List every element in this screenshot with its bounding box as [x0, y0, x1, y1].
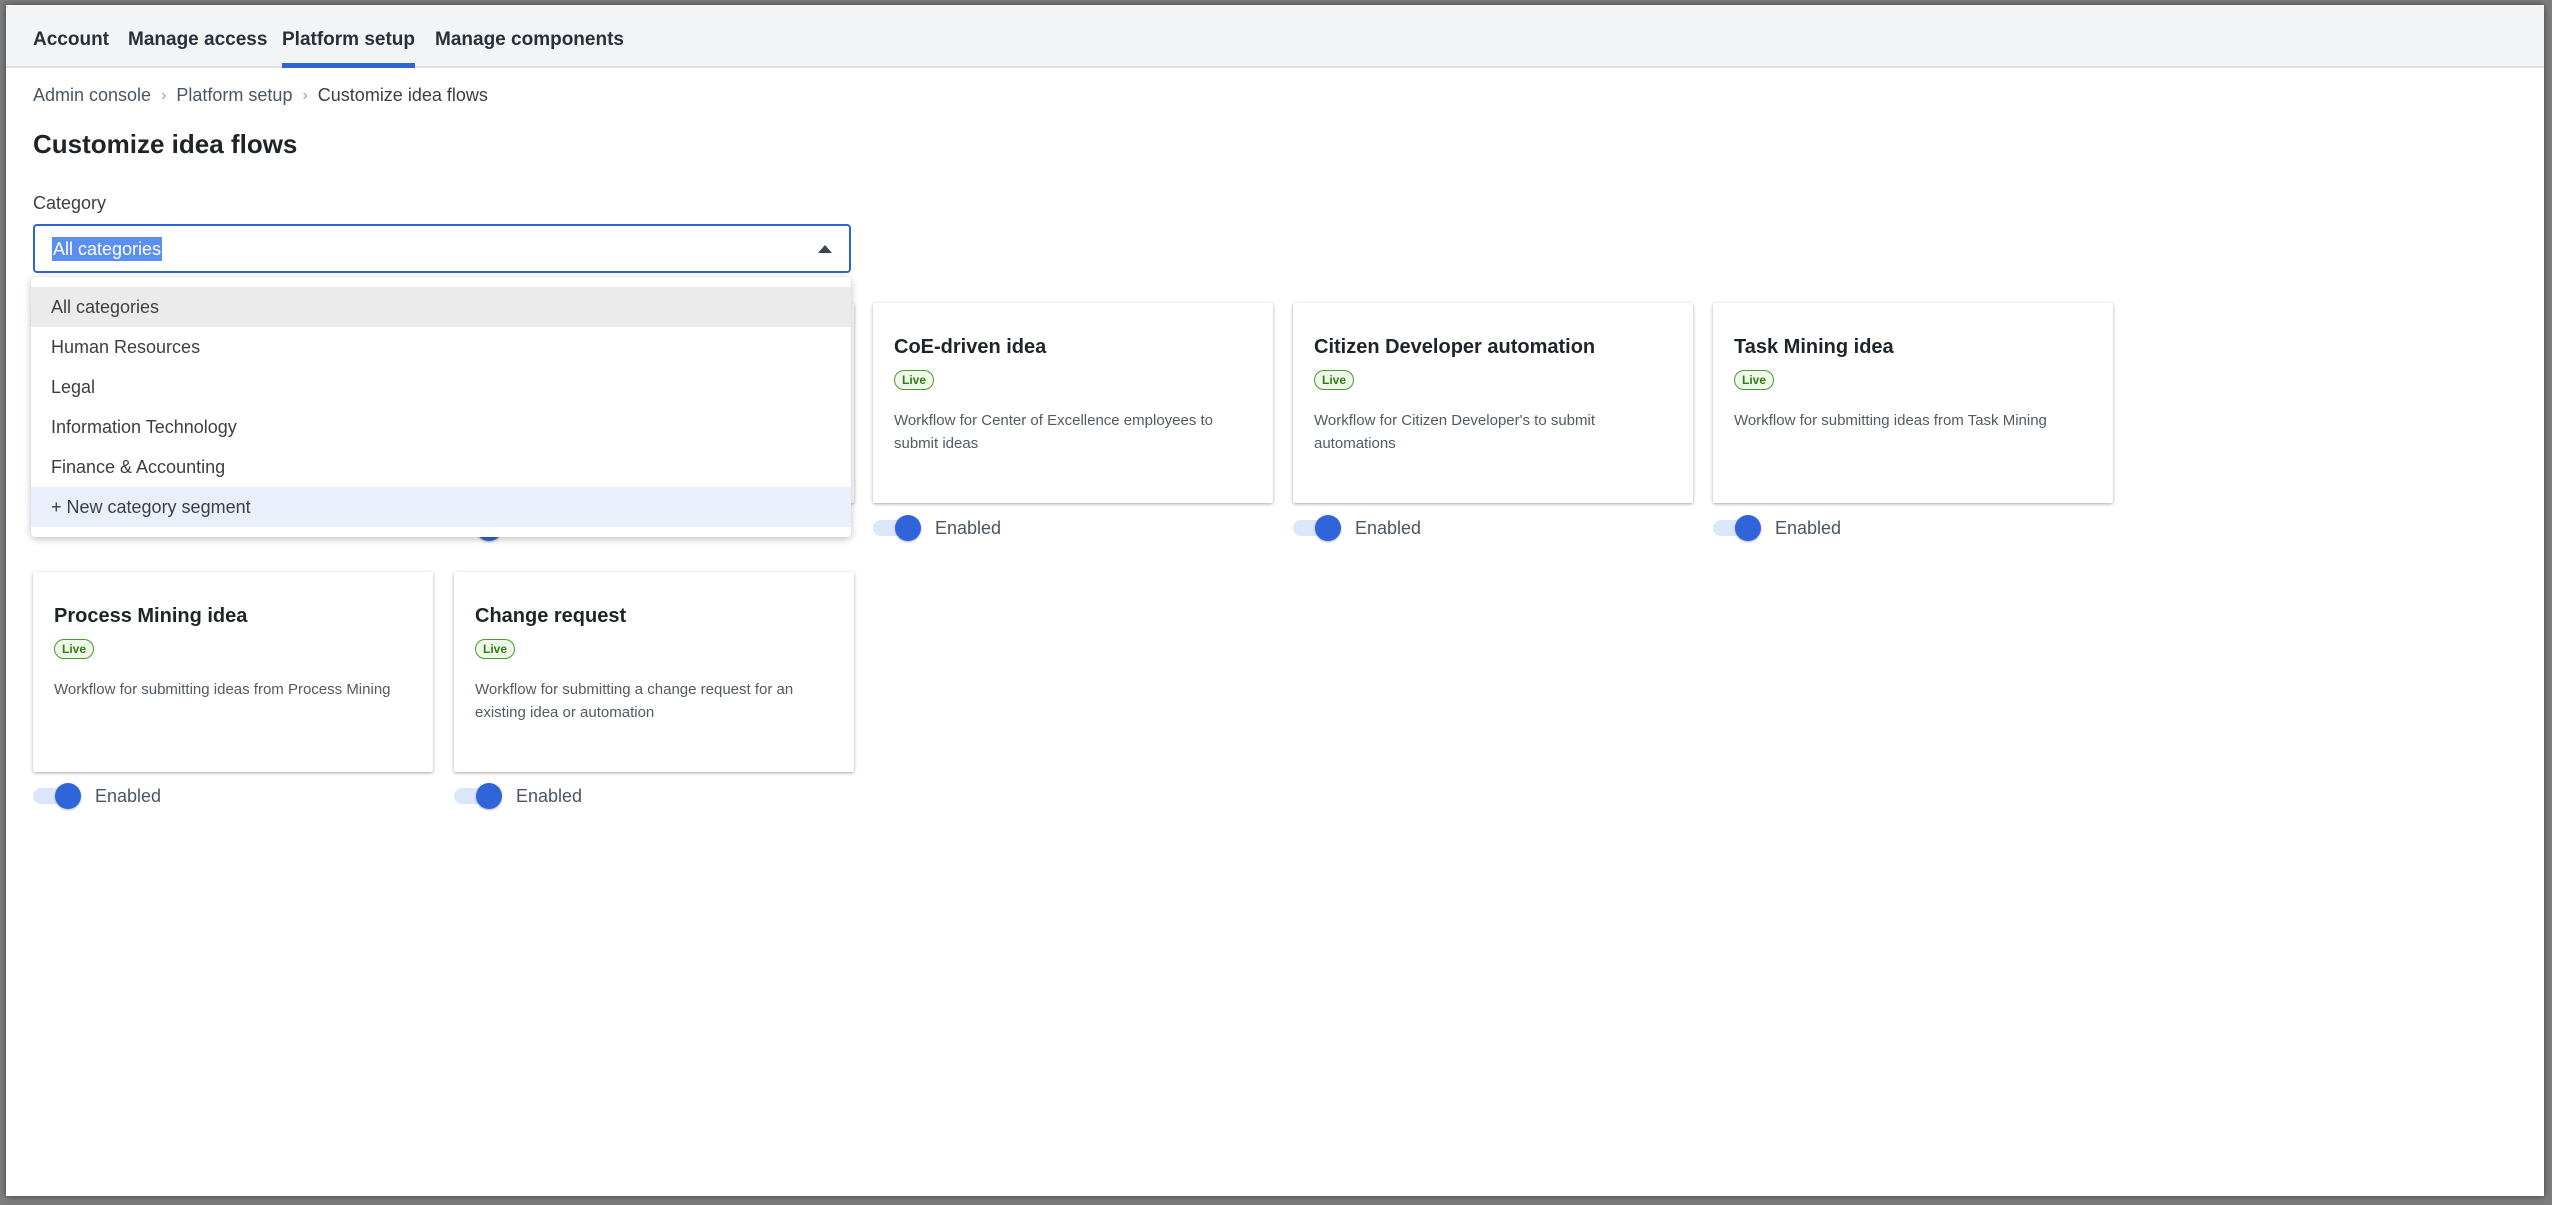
menu-item-finance-accounting[interactable]: Finance & Accounting: [31, 447, 851, 487]
menu-item-information-technology[interactable]: Information Technology: [31, 407, 851, 447]
live-badge: Live: [54, 639, 95, 659]
card-title: Citizen Developer automation: [1314, 336, 1596, 358]
menu-item-human-resources[interactable]: Human Resources: [31, 327, 851, 367]
toggle-label: Enabled: [516, 785, 583, 806]
enabled-toggle[interactable]: Enabled: [1293, 515, 1421, 541]
breadcrumb-admin-console[interactable]: Admin console: [33, 85, 151, 106]
live-badge: Live: [1734, 370, 1775, 390]
idea-flow-card[interactable]: Process Mining idea Live Workflow for su…: [33, 572, 433, 772]
idea-flow-card[interactable]: CoE-driven idea Live Workflow for Center…: [873, 303, 1273, 503]
toggle-switch[interactable]: [454, 783, 504, 809]
idea-flow-card[interactable]: Task Mining idea Live Workflow for submi…: [1713, 303, 2113, 503]
breadcrumb: Admin console › Platform setup › Customi…: [33, 85, 488, 106]
toggle-switch[interactable]: [33, 783, 83, 809]
card-title: Change request: [475, 605, 627, 627]
category-select-value[interactable]: All categories: [52, 237, 163, 261]
category-dropdown-menu: All categories Human Resources Legal Inf…: [31, 277, 851, 537]
tab-account[interactable]: Account: [33, 5, 109, 68]
card-description: Workflow for submitting ideas from Task …: [1734, 412, 2047, 429]
live-badge: Live: [894, 370, 935, 390]
toggle-label: Enabled: [95, 785, 162, 806]
card-description: Workflow for submitting ideas from Proce…: [54, 681, 391, 698]
toggle-switch[interactable]: [1293, 515, 1343, 541]
card-description: Workflow for submitting a change request…: [475, 681, 794, 721]
app-window: Account Manage access Platform setup Man…: [6, 5, 2544, 1196]
live-badge: Live: [475, 639, 516, 659]
toggle-switch[interactable]: [873, 515, 923, 541]
page-title: Customize idea flows: [33, 129, 298, 159]
caret-up-icon[interactable]: [818, 245, 832, 253]
enabled-toggle[interactable]: Enabled: [1713, 515, 1841, 541]
enabled-toggle[interactable]: Enabled: [33, 783, 161, 809]
tab-platform-setup[interactable]: Platform setup: [282, 5, 416, 68]
card-title: Task Mining idea: [1734, 336, 1894, 358]
toggle-switch[interactable]: [1713, 515, 1763, 541]
new-category-segment-button[interactable]: + New category segment: [31, 487, 851, 527]
category-label: Category: [33, 193, 107, 213]
card-description: Workflow for Citizen Developer's to subm…: [1314, 412, 1596, 452]
chevron-right-icon: ›: [302, 86, 308, 104]
card-title: Process Mining idea: [54, 605, 248, 627]
live-badge: Live: [1314, 370, 1355, 390]
breadcrumb-current: Customize idea flows: [317, 85, 488, 105]
toggle-label: Enabled: [935, 517, 1002, 538]
enabled-toggle[interactable]: Enabled: [454, 783, 582, 809]
card-title: CoE-driven idea: [894, 336, 1047, 358]
idea-flow-card[interactable]: Citizen Developer automation Live Workfl…: [1293, 303, 1693, 503]
tab-manage-components[interactable]: Manage components: [435, 5, 624, 68]
card-description: Workflow for Center of Excellence employ…: [894, 412, 1214, 452]
enabled-toggle[interactable]: Enabled: [873, 515, 1001, 541]
top-navigation: Account Manage access Platform setup Man…: [6, 5, 2544, 68]
category-select[interactable]: All categories: [33, 224, 851, 273]
toggle-label: Enabled: [1355, 517, 1422, 538]
toggle-label: Enabled: [1775, 517, 1842, 538]
breadcrumb-platform-setup[interactable]: Platform setup: [176, 85, 292, 106]
idea-flow-card[interactable]: Change request Live Workflow for submitt…: [454, 572, 854, 772]
menu-item-all-categories[interactable]: All categories: [31, 287, 851, 327]
menu-item-legal[interactable]: Legal: [31, 367, 851, 407]
tab-manage-access[interactable]: Manage access: [128, 5, 267, 68]
chevron-right-icon: ›: [161, 86, 167, 104]
